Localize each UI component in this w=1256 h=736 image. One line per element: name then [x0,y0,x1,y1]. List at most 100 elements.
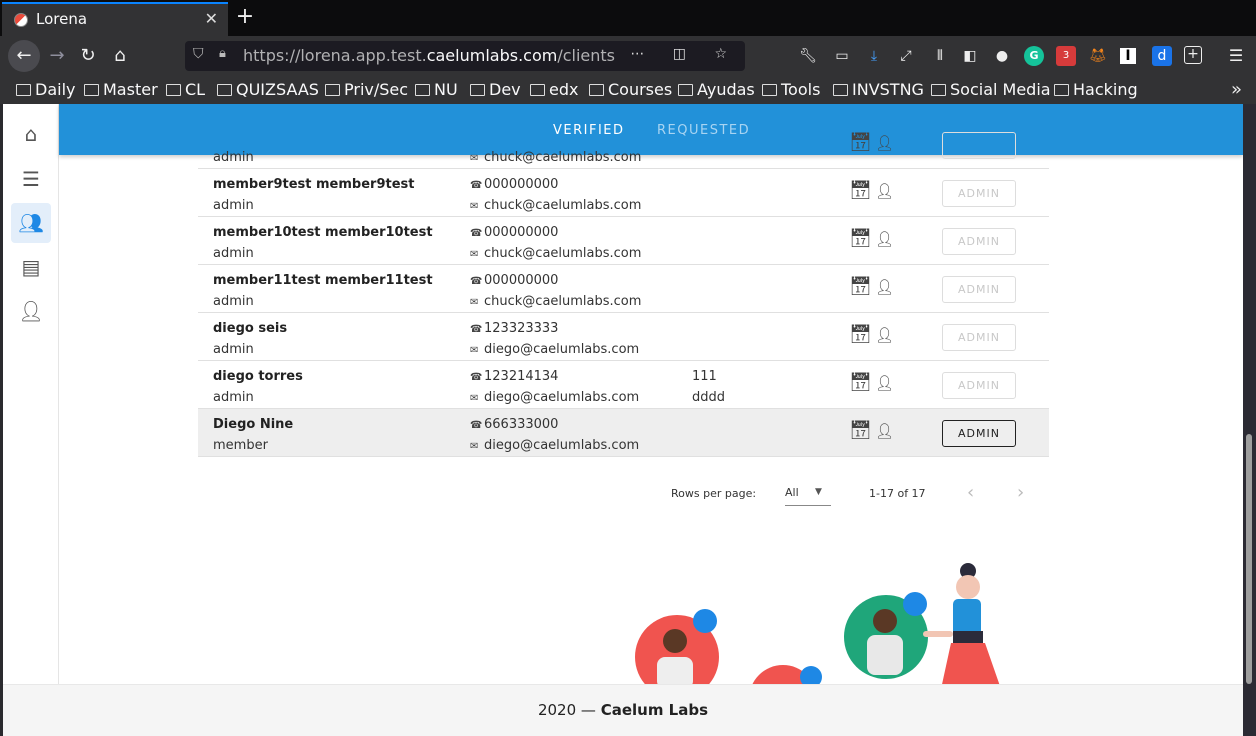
bookmark-tools[interactable]: Tools [762,80,820,99]
add-extension-icon[interactable]: + [1184,46,1202,64]
download-icon[interactable]: ⤓ [864,46,884,66]
member-email: ✉ diego@caelumlabs.com [470,438,640,453]
rows-per-page-select[interactable]: All ▼ [785,482,831,506]
table-row[interactable]: admin ✉ chuck@caelumlabs.com 📅︎ 👤︎ [198,121,1049,169]
sidebar-clients-icon[interactable]: 👥︎ [11,203,51,243]
user-icon[interactable]: 👤︎ [875,374,894,392]
lock-icon[interactable]: 🔒︎ [219,46,226,61]
rows-per-page-label: Rows per page: [671,487,757,500]
member-phone: ☎ 000000000 [470,177,559,192]
admin-button[interactable]: ADMIN [942,420,1016,447]
bookmark-master[interactable]: Master [84,80,158,99]
calendar-add-icon[interactable]: 📅︎ [849,229,872,249]
extension-badge-icon[interactable]: 3 [1056,46,1076,66]
calendar-add-icon[interactable]: 📅︎ [849,421,872,441]
next-page-icon[interactable]: › [1017,482,1024,503]
member-name: Diego Nine [213,417,294,432]
table-row[interactable]: Diego Nine member ☎ 666333000 ✉ diego@caeluml… [198,409,1049,457]
url-bar[interactable]: ⛉ 🔒︎ https://lorena.app.test.caelumlabs.… [185,41,745,71]
laptop-icon[interactable]: ▭ [832,46,852,66]
table-row[interactable]: member10test member10test admin ☎ 000000000… [198,217,1049,265]
dropdown-arrow-icon: ▼ [815,487,822,497]
admin-button[interactable]: ADMIN [942,276,1016,303]
menu-icon[interactable]: ☰ [1226,46,1246,66]
instapaper-icon[interactable]: I [1120,48,1136,64]
calendar-add-icon[interactable]: 📅︎ [849,277,872,297]
bookmark-hacking[interactable]: Hacking [1054,80,1138,99]
bookmark-quizsaas[interactable]: QUIZSAAS [217,80,319,99]
calendar-add-icon[interactable]: 📅︎ [849,133,872,153]
member-name: member9test member9test [213,177,415,192]
bookmark-priv-sec[interactable]: Priv/Sec [325,80,408,99]
sidebar-home-icon[interactable]: ⌂ [11,114,51,154]
table-row[interactable]: member9test member9test admin ☎ 000000000 ✉ c… [198,169,1049,217]
user-icon[interactable]: 👤︎ [875,326,894,344]
home-button[interactable]: ⌂ [106,42,134,70]
grammarly-icon[interactable]: G [1024,46,1044,66]
browser-tab[interactable]: Lorena ✕ [2,2,228,36]
scrollbar-thumb[interactable] [1246,434,1252,684]
bookmark-ayudas[interactable]: Ayudas [678,80,755,99]
calendar-add-icon[interactable]: 📅︎ [849,181,872,201]
page-actions[interactable]: ⋯ ◫ ☆ [630,46,739,62]
bookmark-dev[interactable]: Dev [470,80,521,99]
table-row[interactable]: diego torres admin ☎ 123214134 ✉ diego@caelum… [198,361,1049,409]
user-icon[interactable]: 👤︎ [875,182,894,200]
sidebar-list-icon[interactable]: ☰ [11,159,51,199]
user-icon[interactable]: 👤︎ [875,422,894,440]
bookmark-social-media[interactable]: Social Media [931,80,1051,99]
user-icon[interactable]: 👤︎ [875,134,894,152]
folder-icon [166,84,181,96]
folder-icon [1054,84,1069,96]
mail-icon: ✉ [470,441,479,452]
phone-icon: ☎ [470,324,483,335]
sidebar-icon[interactable]: ◧ [960,46,980,66]
shield-icon[interactable]: ⛉ [193,46,204,62]
new-tab-button[interactable]: + [234,4,256,29]
user-icon[interactable]: 👤︎ [875,278,894,296]
previous-page-icon[interactable]: ‹ [967,482,974,503]
bookmark-invstng[interactable]: INVSTNG [833,80,924,99]
page-footer: 2020 — Caelum Labs [3,684,1243,736]
calendar-add-icon[interactable]: 📅︎ [849,325,872,345]
account-icon[interactable]: ● [992,46,1012,66]
bookmark-edx[interactable]: edx [530,80,578,99]
member-email: ✉ chuck@caelumlabs.com [470,294,642,309]
expand-icon[interactable]: ⤢ [896,46,916,66]
library-icon[interactable]: ⫴ [930,46,950,66]
admin-button[interactable]: ADMIN [942,180,1016,207]
bookmark-daily[interactable]: Daily [16,80,75,99]
sidebar-board-icon[interactable]: ▤ [11,247,51,287]
close-tab-icon[interactable]: ✕ [205,9,218,28]
folder-icon [589,84,604,96]
bookmark-nu[interactable]: NU [415,80,458,99]
forward-button[interactable]: → [43,42,71,70]
admin-button[interactable]: ADMIN [942,228,1016,255]
scrollbar[interactable] [1243,104,1256,736]
table-row[interactable]: member11test member11test admin ☎ 000000000… [198,265,1049,313]
user-icon[interactable]: 👤︎ [875,230,894,248]
phone-icon: ☎ [470,276,483,287]
phone-icon: ☎ [470,180,483,191]
calendar-add-icon[interactable]: 📅︎ [849,373,872,393]
member-email: ✉ chuck@caelumlabs.com [470,246,642,261]
folder-icon [16,84,31,96]
admin-button[interactable] [942,132,1016,159]
admin-button[interactable]: ADMIN [942,324,1016,351]
wrench-icon[interactable]: 🔧︎ [798,46,818,66]
mail-icon: ✉ [470,201,479,212]
member-email: ✉ chuck@caelumlabs.com [470,198,642,213]
member-name: diego torres [213,369,303,384]
sidebar-profile-icon[interactable]: 👤︎ [11,291,51,331]
page-content: ⌂ ☰ 👥︎ ▤ 👤︎ VERIFIED REQUESTED admin ✉ chu… [3,104,1243,736]
bookmark-courses[interactable]: Courses [589,80,672,99]
admin-button[interactable]: ADMIN [942,372,1016,399]
favicon-icon [14,13,28,27]
reload-button[interactable]: ↻ [74,42,102,70]
back-button[interactable]: ← [8,40,40,72]
bookmarks-overflow-icon[interactable]: » [1231,79,1242,100]
d-extension-icon[interactable]: d [1152,46,1172,66]
table-row[interactable]: diego seis admin ☎ 123323333 ✉ diego@caelumla… [198,313,1049,361]
metamask-icon[interactable]: 🦊︎ [1088,46,1108,66]
bookmark-cl[interactable]: CL [166,80,205,99]
